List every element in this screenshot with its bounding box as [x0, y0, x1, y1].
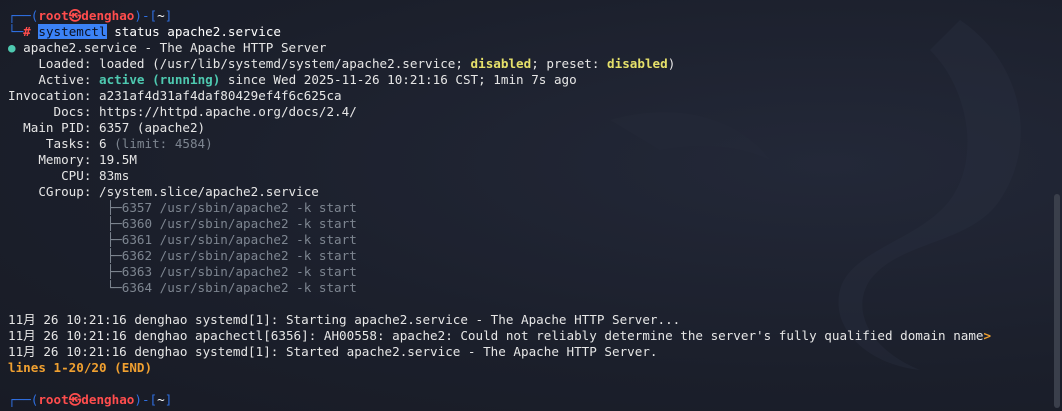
status-dot-icon: ●: [8, 40, 16, 55]
active-status: active (running): [99, 72, 221, 87]
active-line: Active: active (running) since Wed 2025-…: [8, 72, 577, 87]
process-line: ├─6361 /usr/sbin/apache2 -k start: [8, 232, 357, 247]
loaded-line: Loaded: loaded (/usr/lib/systemd/system/…: [8, 56, 676, 71]
prompt-line-1: ┌──(root㉿denghao)-[~]: [8, 8, 173, 23]
command-line[interactable]: └─# systemctl status apache2.service: [8, 24, 1042, 40]
log-line: 11月 26 10:21:16 denghao systemd[1]: Star…: [8, 344, 658, 359]
memory-line: Memory: 19.5M: [8, 152, 137, 167]
terminal-window[interactable]: ┌──(root㉿denghao)-[~] └─# systemctl stat…: [0, 0, 1062, 411]
tasks-line: Tasks: 6 (limit: 4584): [8, 136, 213, 151]
pager-status: lines 1-20/20 (END): [8, 360, 153, 375]
invocation-line: Invocation: a231af4d31af4daf80429ef4f6c6…: [8, 88, 342, 103]
process-line: ├─6363 /usr/sbin/apache2 -k start: [8, 264, 357, 279]
process-line: ├─6357 /usr/sbin/apache2 -k start: [8, 200, 357, 215]
log-line: 11月 26 10:21:16 denghao apachectl[6356]:…: [8, 328, 992, 343]
service-header: ● apache2.service - The Apache HTTP Serv…: [8, 40, 327, 55]
cgroup-line: CGroup: /system.slice/apache2.service: [8, 184, 319, 199]
mainpid-line: Main PID: 6357 (apache2): [8, 120, 206, 135]
scrollbar[interactable]: [1054, 194, 1060, 408]
process-line: ├─6362 /usr/sbin/apache2 -k start: [8, 248, 357, 263]
cpu-line: CPU: 83ms: [8, 168, 130, 183]
process-line: ├─6360 /usr/sbin/apache2 -k start: [8, 216, 357, 231]
process-line: └─6364 /usr/sbin/apache2 -k start: [8, 280, 357, 295]
overflow-marker: >: [983, 328, 992, 343]
docs-line: Docs: https://httpd.apache.org/docs/2.4/: [8, 104, 357, 119]
prompt-line-2: ┌──(root㉿denghao)-[~]: [8, 392, 173, 407]
selected-text[interactable]: systemctl: [38, 24, 107, 39]
log-line: 11月 26 10:21:16 denghao systemd[1]: Star…: [8, 312, 681, 327]
